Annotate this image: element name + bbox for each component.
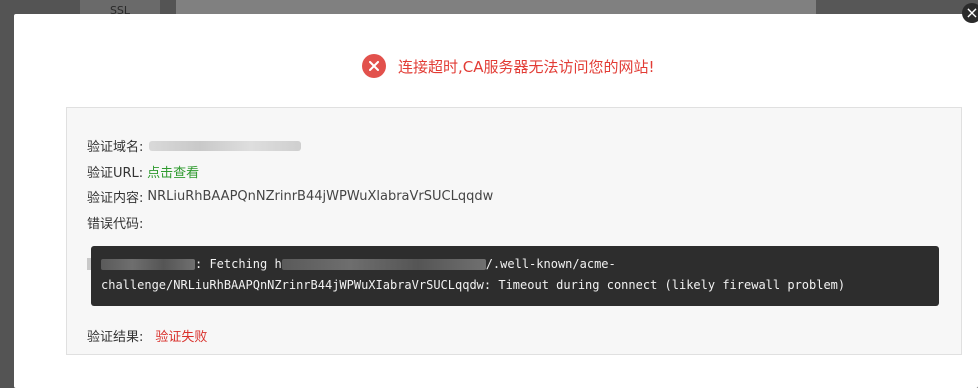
verification-result-dialog: 连接超时,CA服务器无法访问您的网站! 验证域名: 验证URL: 点击查看 验证… bbox=[14, 14, 978, 388]
domain-row: 验证域名: bbox=[87, 136, 302, 155]
redacted-url bbox=[281, 259, 486, 270]
background-nav-item-ssl: SSL bbox=[80, 0, 160, 14]
background-header bbox=[176, 0, 816, 14]
url-label: 验证URL: bbox=[87, 166, 144, 181]
result-label: 验证结果: bbox=[87, 330, 144, 345]
error-code-console: : Fetching h /.well-known/acme- challenge… bbox=[91, 246, 939, 306]
content-value: NRLiuRhBAAPQnNZrinrB44jWPWuXlabraVrSUCLq… bbox=[147, 189, 494, 204]
console-path-text: /.well-known/acme- bbox=[485, 257, 616, 271]
redacted-host bbox=[101, 259, 195, 270]
console-fetching-text: : Fetching h bbox=[195, 257, 282, 271]
error-alert: 连接超时,CA服务器无法访问您的网站! bbox=[362, 52, 655, 80]
url-row: 验证URL: 点击查看 bbox=[87, 162, 199, 181]
view-url-link[interactable]: 点击查看 bbox=[147, 162, 199, 181]
close-circle-icon bbox=[362, 54, 386, 78]
result-row: 验证结果: 验证失败 bbox=[87, 326, 207, 345]
console-line-1: : Fetching h /.well-known/acme- bbox=[101, 254, 929, 275]
content-row: 验证内容: NRLiuRhBAAPQnNZrinrB44jWPWuXlabraV… bbox=[87, 187, 493, 206]
close-icon[interactable]: × bbox=[962, 3, 978, 23]
error-message: 连接超时,CA服务器无法访问您的网站! bbox=[398, 57, 655, 76]
domain-label: 验证域名: bbox=[87, 140, 144, 155]
result-value: 验证失败 bbox=[155, 330, 208, 345]
content-label: 验证内容: bbox=[87, 191, 144, 206]
console-line-2: challenge/NRLiuRhBAAPQnNZrinrB44jWPWuXIa… bbox=[101, 278, 846, 292]
verification-details-panel: 验证域名: 验证URL: 点击查看 验证内容: NRLiuRhBAAPQnNZr… bbox=[66, 107, 962, 355]
error-code-label: 错误代码: bbox=[87, 217, 144, 232]
error-code-row: 错误代码: bbox=[87, 213, 143, 232]
redacted-domain bbox=[149, 140, 302, 151]
